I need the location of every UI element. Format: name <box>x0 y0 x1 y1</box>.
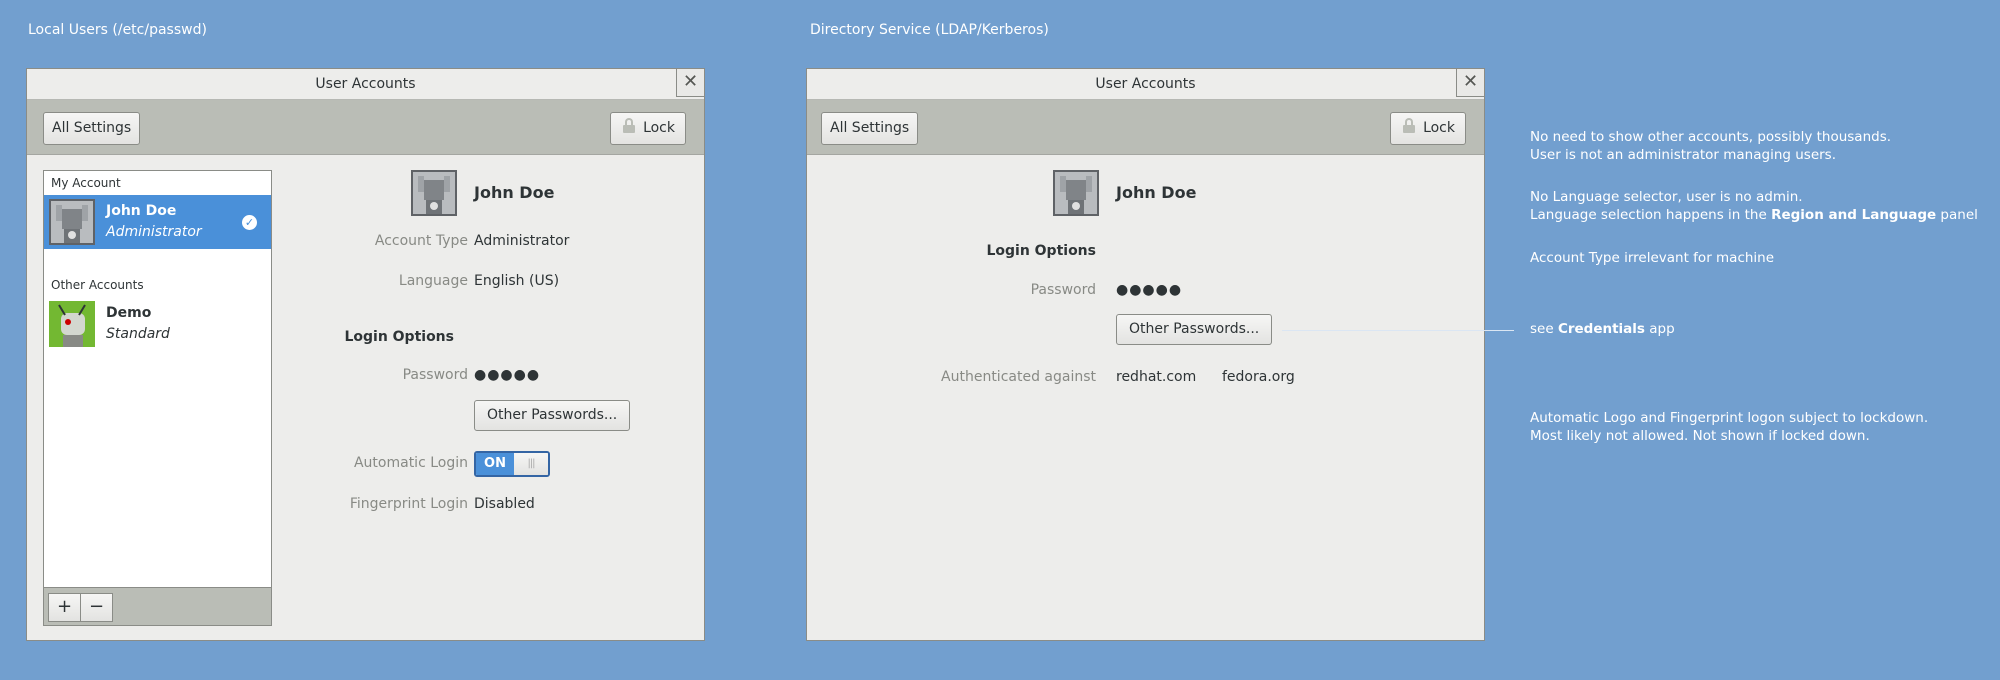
user-list: My Account John Doe Administrator ✓ Othe… <box>43 170 272 626</box>
other-passwords-button[interactable]: Other Passwords... <box>474 400 631 431</box>
user-full-name[interactable]: John Doe <box>474 183 554 202</box>
user-accounts-window-directory: User Accounts ✕ All Settings Lock John D… <box>806 68 1485 641</box>
user-name: Demo <box>106 305 152 321</box>
fingerprint-login-value[interactable]: Disabled <box>474 496 535 512</box>
toolbar: All Settings Lock <box>27 100 704 155</box>
note-text: No Language selector, user is no admin. <box>1530 189 1803 205</box>
note-lockdown: Automatic Logo and Fingerprint logon sub… <box>1530 409 1928 445</box>
lock-icon <box>1403 118 1416 133</box>
authenticated-against-label: Authenticated against <box>941 369 1096 385</box>
lock-icon <box>623 118 636 133</box>
user-avatar-icon[interactable] <box>411 170 457 216</box>
add-user-button[interactable]: + <box>48 593 81 622</box>
auth-domain-redhat: redhat.com <box>1116 369 1197 385</box>
user-accounts-window-local: User Accounts ✕ All Settings Lock My Acc… <box>26 68 705 641</box>
note-text-part: see <box>1530 321 1558 337</box>
account-type-value[interactable]: Administrator <box>474 233 569 249</box>
user-name: John Doe <box>106 203 177 219</box>
lock-button[interactable]: Lock <box>610 112 686 145</box>
automatic-login-switch[interactable]: ON ||| <box>474 451 550 477</box>
note-text-bold: Region and Language <box>1771 207 1937 223</box>
other-accounts-header: Other Accounts <box>51 278 144 292</box>
note-text-part: Language selection happens in the <box>1530 207 1772 223</box>
current-user-check-icon: ✓ <box>242 215 257 230</box>
connector-line <box>1282 330 1514 331</box>
list-toolbar: + − <box>44 587 271 625</box>
note-text-bold: Credentials <box>1557 321 1645 337</box>
robot-avatar-icon <box>49 199 95 245</box>
section-title-directory-service: Directory Service (LDAP/Kerberos) <box>810 22 1049 38</box>
note-text: Account Type irrelevant for machine <box>1530 250 1775 266</box>
language-label: Language <box>398 273 468 289</box>
note-text: Automatic Logo and Fingerprint logon sub… <box>1530 410 1929 426</box>
switch-on-label: ON <box>476 453 514 475</box>
login-options-heading: Login Options <box>986 243 1096 259</box>
demo-robot-avatar-icon <box>49 301 95 347</box>
other-passwords-button[interactable]: Other Passwords... <box>1116 314 1273 345</box>
switch-knob: ||| <box>514 453 548 475</box>
password-label: Password <box>1030 282 1096 298</box>
login-options-heading: Login Options <box>344 329 454 345</box>
all-settings-button[interactable]: All Settings <box>43 112 141 145</box>
user-row-demo[interactable]: Demo Standard <box>44 297 271 351</box>
lock-label: Lock <box>643 120 675 136</box>
note-text-part: panel <box>1936 207 1978 223</box>
user-row-john-doe[interactable]: John Doe Administrator ✓ <box>44 195 271 249</box>
note-account-type: Account Type irrelevant for machine <box>1530 249 1774 267</box>
note-text-part: app <box>1644 321 1675 337</box>
note-text: Most likely not allowed. Not shown if lo… <box>1530 428 1870 444</box>
fingerprint-login-label: Fingerprint Login <box>349 496 468 512</box>
user-full-name[interactable]: John Doe <box>1116 183 1196 202</box>
account-type-label: Account Type <box>374 233 468 249</box>
note-text: see Credentials app <box>1530 320 1675 338</box>
all-settings-button[interactable]: All Settings <box>821 112 919 145</box>
remove-user-button[interactable]: − <box>80 593 113 622</box>
note-credentials: see Credentials app <box>1530 320 1675 338</box>
close-button[interactable]: ✕ <box>676 68 705 97</box>
automatic-login-label: Automatic Login <box>353 455 468 471</box>
note-other-accounts: No need to show other accounts, possibly… <box>1530 128 1891 164</box>
close-button[interactable]: ✕ <box>1456 68 1485 97</box>
lock-label: Lock <box>1423 120 1455 136</box>
toolbar: All Settings Lock <box>807 100 1484 155</box>
note-text: User is not an administrator managing us… <box>1530 147 1837 163</box>
language-value[interactable]: English (US) <box>474 273 559 289</box>
password-value[interactable]: ●●●●● <box>474 367 540 383</box>
note-language: No Language selector, user is no admin. … <box>1530 188 1978 224</box>
user-avatar-icon[interactable] <box>1053 170 1099 216</box>
section-title-local-users: Local Users (/etc/passwd) <box>28 22 207 38</box>
password-label: Password <box>402 367 468 383</box>
note-text: No need to show other accounts, possibly… <box>1530 129 1892 145</box>
window-title: User Accounts <box>807 69 1484 100</box>
close-icon: ✕ <box>1462 71 1479 92</box>
note-text: Language selection happens in the Region… <box>1530 206 1978 224</box>
lock-button[interactable]: Lock <box>1390 112 1466 145</box>
auth-domain-fedora: fedora.org <box>1222 369 1295 385</box>
user-role: Administrator <box>106 224 202 240</box>
user-role: Standard <box>106 326 170 342</box>
my-account-header: My Account <box>51 176 121 190</box>
password-value[interactable]: ●●●●● <box>1116 282 1182 298</box>
window-title: User Accounts <box>27 69 704 100</box>
close-icon: ✕ <box>682 71 699 92</box>
